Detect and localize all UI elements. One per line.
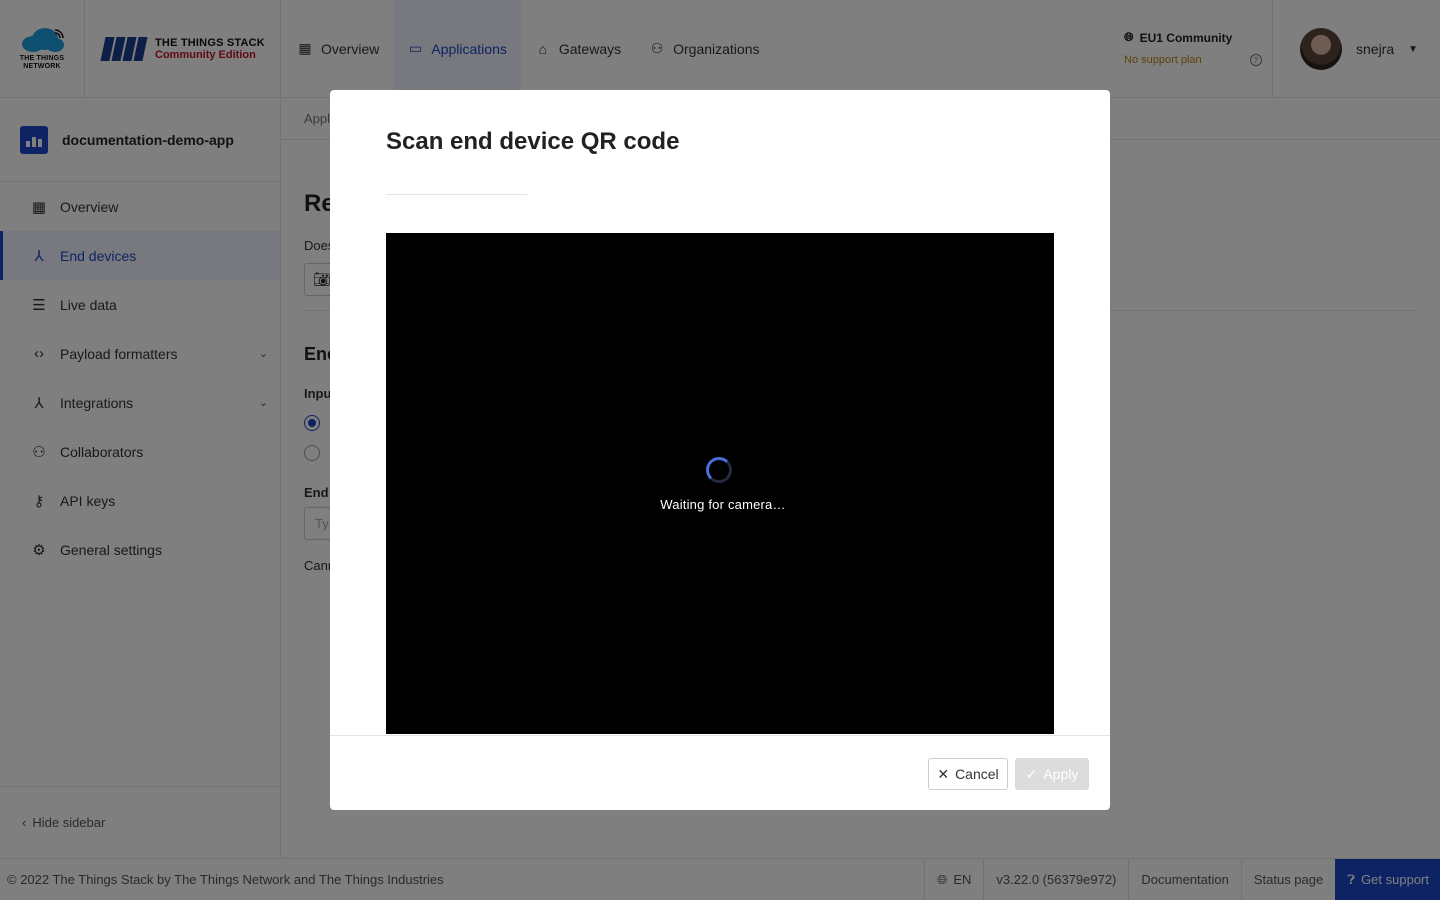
check-icon: ✓ [1025,765,1038,782]
modal-title-divider [386,194,527,195]
cancel-label: Cancel [955,766,999,782]
apply-label: Apply [1043,766,1079,782]
modal-footer: ✕ Cancel ✓ Apply [330,735,1110,810]
camera-status: Waiting for camera… [660,497,786,512]
modal-title: Scan end device QR code [386,128,680,155]
cancel-button[interactable]: ✕ Cancel [928,758,1008,790]
camera-preview: Waiting for camera… [386,233,1054,734]
qr-scan-modal: Scan end device QR code Waiting for came… [330,90,1110,810]
close-icon: ✕ [937,765,950,782]
loading-spinner-icon [706,457,732,483]
apply-button[interactable]: ✓ Apply [1015,758,1089,790]
